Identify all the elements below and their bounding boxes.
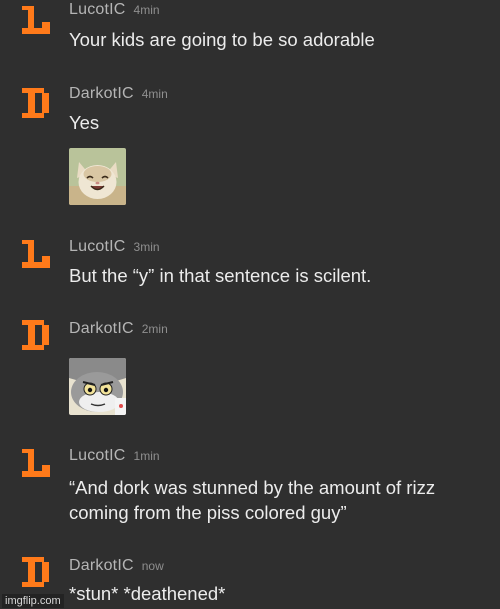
letter-l-avatar-icon[interactable] <box>20 238 52 272</box>
message-text: Yes <box>69 112 100 133</box>
timestamp: 1min <box>133 449 160 463</box>
message-text: “And dork was stunned by the amount of r… <box>69 475 492 525</box>
message-text: *stun* *deathened* <box>69 583 226 604</box>
username[interactable]: DarkotIC <box>69 320 134 337</box>
letter-d-avatar-icon[interactable] <box>20 555 52 589</box>
username[interactable]: DarkotIC <box>69 557 134 574</box>
timestamp: 3min <box>133 240 160 254</box>
timestamp: 4min <box>133 3 160 17</box>
message-text-line: “And dork was stunned by the amount of r… <box>69 477 436 498</box>
timestamp: now <box>141 559 164 573</box>
letter-d-avatar-icon[interactable] <box>20 318 52 352</box>
unsettled-tom-image[interactable] <box>69 358 126 415</box>
message-text: But the “y” in that sentence is scilent. <box>69 265 372 286</box>
username[interactable]: LucotIC <box>69 1 126 18</box>
username[interactable]: LucotIC <box>69 238 126 255</box>
username[interactable]: DarkotIC <box>69 85 134 102</box>
chat-feed: LucotIC 4min Your kids are going to be so… <box>0 0 500 609</box>
smiling-cat-image[interactable] <box>69 148 126 205</box>
message-text: Your kids are going to be so adorable <box>69 29 375 50</box>
watermark: imgflip.com <box>2 594 64 608</box>
letter-d-avatar-icon[interactable] <box>20 86 52 120</box>
message-text-line: coming from the piss colored guy” <box>69 502 347 523</box>
letter-l-avatar-icon[interactable] <box>20 4 52 38</box>
letter-l-avatar-icon[interactable] <box>20 447 52 481</box>
username[interactable]: LucotIC <box>69 447 126 464</box>
timestamp: 2min <box>141 322 168 336</box>
timestamp: 4min <box>141 87 168 101</box>
